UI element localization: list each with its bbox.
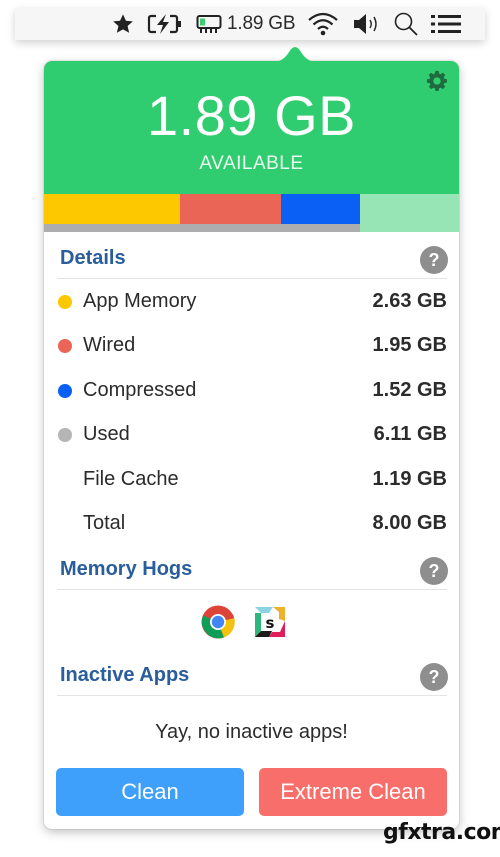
memory-hogs-help-icon[interactable]: ? <box>420 557 448 585</box>
slack-icon[interactable]: s <box>254 606 286 638</box>
detail-row-used: Used 6.11 GB <box>57 420 447 450</box>
detail-value: 2.63 GB <box>372 290 447 312</box>
memory-bar-segment-app-memory <box>44 194 180 224</box>
detail-row-wired: Wired 1.95 GB <box>57 331 447 361</box>
legend-dot-icon <box>58 295 72 309</box>
menubar-notification-item[interactable] <box>428 8 464 40</box>
legend-dot-icon <box>58 384 72 398</box>
detail-value: 1.52 GB <box>372 379 447 401</box>
inactive-apps-title: Inactive Apps <box>60 664 190 686</box>
memory-hogs-section-header: Memory Hogs ? <box>57 550 448 590</box>
memory-popover: 1.89 GB AVAILABLE Details ? App Memory 2.… <box>44 47 459 829</box>
memory-hogs-title: Memory Hogs <box>60 558 193 580</box>
detail-value: 1.19 GB <box>372 468 447 490</box>
extreme-clean-button[interactable]: Extreme Clean <box>259 768 447 816</box>
details-title: Details <box>60 247 126 269</box>
menubar-volume-item[interactable] <box>350 8 384 40</box>
menu-bar: 1.89 GB <box>15 8 485 40</box>
watermark: gfxtra.com <box>383 820 500 845</box>
inactive-apps-empty-message: Yay, no inactive apps! <box>155 721 348 743</box>
memory-hogs-list: s <box>44 605 459 641</box>
available-memory-value: 1.89 GB <box>147 84 356 147</box>
memory-usage-bar <box>44 194 459 232</box>
clean-button[interactable]: Clean <box>56 768 244 816</box>
detail-value: 6.11 GB <box>373 423 447 445</box>
menubar-memory-label: 1.89 GB <box>227 13 296 34</box>
available-header: 1.89 GB AVAILABLE <box>44 61 459 194</box>
detail-value: 8.00 GB <box>372 512 447 534</box>
star-icon <box>113 14 133 33</box>
detail-label: Wired <box>83 334 136 356</box>
menubar-memory-item[interactable]: 1.89 GB <box>196 8 296 40</box>
chrome-icon[interactable] <box>201 605 235 639</box>
menubar-battery-item[interactable] <box>145 8 185 40</box>
details-help-icon[interactable]: ? <box>420 246 448 274</box>
wifi-icon <box>308 12 338 36</box>
search-icon <box>394 12 418 36</box>
details-section-header: Details ? <box>57 239 448 279</box>
detail-row-compressed: Compressed 1.52 GB <box>57 376 447 406</box>
menubar-wifi-item[interactable] <box>305 8 341 40</box>
detail-label: App Memory <box>83 290 197 312</box>
popover-arrow <box>273 47 317 62</box>
memory-chip-icon <box>196 15 222 33</box>
legend-dot-icon <box>58 428 72 442</box>
detail-row-app-memory: App Memory 2.63 GB <box>57 287 447 317</box>
memory-bar-segment-wired <box>180 194 281 224</box>
svg-text:s: s <box>266 614 275 632</box>
legend-dot-icon <box>58 339 72 353</box>
inactive-apps-help-icon[interactable]: ? <box>420 663 448 691</box>
memory-bar-used-underline <box>44 224 360 232</box>
menubar-star-item[interactable] <box>110 8 136 40</box>
inactive-apps-section-header: Inactive Apps ? <box>57 656 448 696</box>
list-icon <box>431 15 461 33</box>
memory-bar-segment-free <box>360 194 459 232</box>
detail-label: File Cache <box>83 468 179 490</box>
available-memory-label: AVAILABLE <box>199 153 304 174</box>
memory-bar-segment-compressed <box>281 194 360 224</box>
menubar-search-item[interactable] <box>392 8 420 40</box>
detail-label: Used <box>83 423 130 445</box>
detail-row-file-cache: File Cache 1.19 GB <box>57 465 447 495</box>
detail-label: Total <box>83 512 126 534</box>
detail-value: 1.95 GB <box>372 334 447 356</box>
detail-row-total: Total 8.00 GB <box>57 509 447 539</box>
battery-charging-icon <box>147 14 181 34</box>
volume-icon <box>354 14 377 34</box>
detail-label: Compressed <box>83 379 197 401</box>
